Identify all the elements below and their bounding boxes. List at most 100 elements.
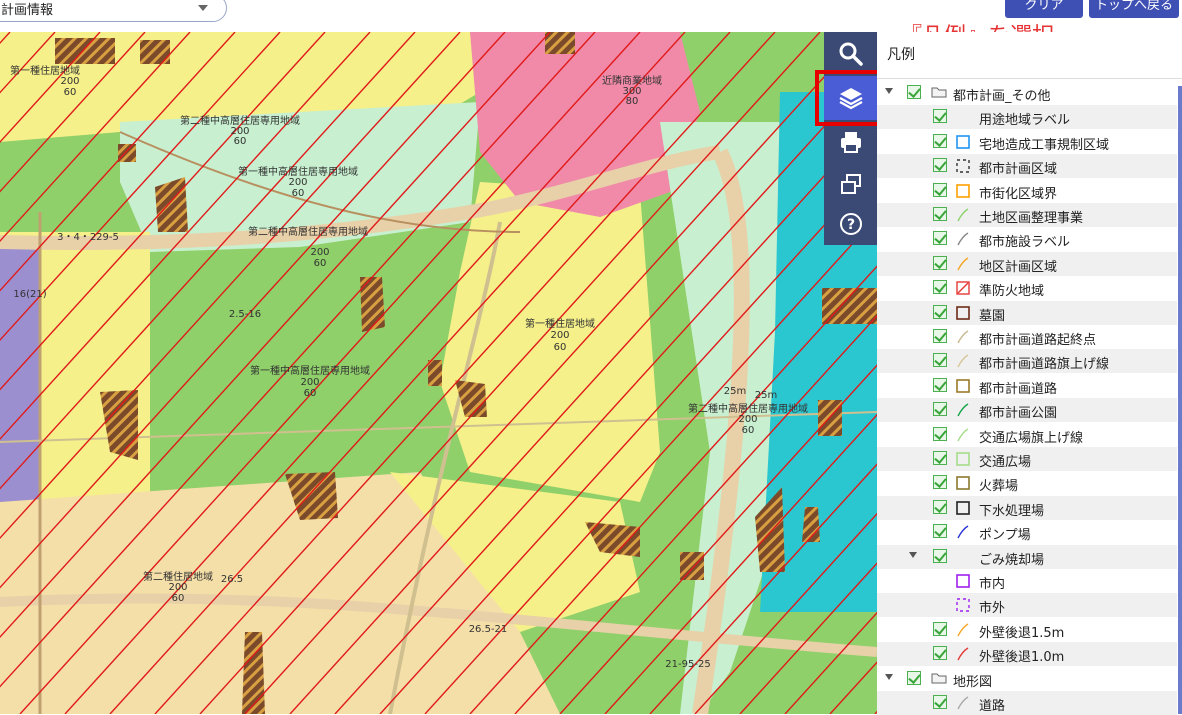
legend-item[interactable]: 都市施設ラベル — [877, 227, 1177, 251]
legend-item[interactable]: 土地区画整理事業 — [877, 203, 1177, 227]
legend-item-label: 地区計画区域 — [979, 259, 1058, 275]
legend-item[interactable]: 都市計画公園 — [877, 398, 1177, 423]
map-view[interactable]: 第一種住居地域 200 60 近隣商業地域 300 80 第二種中高層住居専用地域 200 60… — [0, 32, 877, 714]
legend-item[interactable]: 地区計画区域 — [877, 251, 1177, 276]
legend-item-label: 準防火地域 — [979, 284, 1045, 300]
print-tool-button[interactable] — [824, 120, 877, 164]
help-icon: ? — [839, 213, 862, 235]
legend-item-label: 下水処理場 — [979, 503, 1045, 519]
legend-checkbox[interactable] — [933, 255, 947, 270]
expand-toggle-icon[interactable] — [885, 673, 893, 680]
legend-item[interactable]: 交通広場旗上げ線 — [877, 423, 1177, 447]
red-hatch-square-icon — [956, 281, 970, 295]
legend-item[interactable]: 用途地域ラベル — [877, 105, 1177, 130]
legend-checkbox[interactable] — [933, 158, 947, 173]
map-label: 26.5-21 — [469, 624, 508, 635]
map-label: 25m — [724, 386, 746, 397]
legend-item-label: 都市計画道路 — [979, 381, 1058, 397]
legend-item[interactable]: 地形図 — [877, 667, 1177, 691]
legend-item-label: 用途地域ラベル — [979, 113, 1071, 129]
layer-select[interactable]: 計画情報 — [0, 0, 227, 22]
legend-item[interactable]: 市街化区域界 — [877, 179, 1177, 203]
legend-checkbox[interactable] — [933, 353, 947, 368]
purple-dashed-icon — [956, 598, 970, 613]
map-label: 60 — [64, 87, 77, 98]
legend-item[interactable]: 下水処理場 — [877, 495, 1177, 520]
legend-item-label: 道路 — [979, 699, 1006, 714]
legend-item[interactable]: 火葬場 — [877, 471, 1177, 495]
window-tool-button[interactable] — [824, 162, 877, 206]
legend-panel: 凡例 都市計画_その他用途地域ラベル宅地造成工事規制区域 都市計画区域市街化区域界… — [877, 32, 1182, 715]
legend-item[interactable]: 都市計画道路旗上げ線 — [877, 349, 1177, 374]
legend-panel-title: 凡例 — [887, 47, 915, 63]
gray-line-icon — [957, 232, 969, 246]
legend-checkbox[interactable] — [933, 231, 947, 246]
map-parcel — [118, 144, 136, 162]
dashed-bracket-icon — [956, 159, 970, 173]
legend-item[interactable]: 準防火地域 — [877, 276, 1177, 300]
map-label: 16(21) — [13, 289, 46, 300]
help-tool-button[interactable]: ? — [824, 202, 877, 246]
legend-item-label: 市街化区域界 — [979, 186, 1058, 202]
legend-item[interactable]: 市内 — [877, 569, 1177, 593]
map-label: 60 — [554, 342, 567, 353]
legend-checkbox[interactable] — [933, 329, 947, 343]
legend-checkbox[interactable] — [933, 548, 947, 563]
legend-item[interactable]: 都市計画_その他 — [877, 81, 1177, 105]
legend-item[interactable]: 宅地造成工事規制区域 — [877, 130, 1177, 154]
legend-checkbox[interactable] — [933, 133, 947, 148]
legend-checkbox[interactable] — [933, 377, 947, 392]
clear-button[interactable]: クリア — [1005, 0, 1083, 18]
legend-item[interactable]: ごみ焼却場 — [877, 544, 1177, 569]
legend-item-label: 火葬場 — [979, 479, 1019, 495]
expand-toggle-icon[interactable] — [909, 551, 917, 558]
legend-checkbox[interactable] — [933, 426, 947, 441]
expand-toggle-icon[interactable] — [885, 88, 893, 94]
light-green-line-icon — [957, 208, 969, 222]
legend-checkbox[interactable] — [933, 646, 947, 661]
legend-item[interactable]: 墓園 — [877, 300, 1177, 325]
beige-line-icon — [957, 330, 969, 344]
legend-checkbox[interactable] — [933, 280, 947, 295]
map-label: 第一種住居地域 — [525, 317, 595, 330]
back-to-top-button[interactable]: トップへ戻る — [1089, 0, 1179, 18]
legend-checkbox[interactable] — [907, 670, 921, 685]
map-parcel — [55, 38, 115, 64]
map-label: 60 — [292, 188, 305, 199]
legend-checkbox[interactable] — [933, 695, 947, 709]
legend-item[interactable]: 外壁後退1.5m — [877, 618, 1177, 642]
orange-line-icon — [957, 623, 969, 637]
legend-checkbox[interactable] — [907, 85, 921, 99]
legend-checkbox[interactable] — [933, 402, 947, 417]
legend-checkbox[interactable] — [933, 451, 947, 465]
legend-checkbox[interactable] — [933, 109, 947, 124]
legend-item[interactable]: 交通広場 — [877, 447, 1177, 471]
legend-item-label: 墓園 — [979, 308, 1006, 324]
legend-item[interactable]: 市外 — [877, 593, 1177, 618]
search-icon — [839, 42, 863, 66]
legend-checkbox[interactable] — [933, 182, 947, 197]
legend-checkbox[interactable] — [933, 621, 947, 636]
panel-divider — [877, 78, 1182, 79]
legend-scrollbar[interactable] — [1178, 86, 1182, 714]
legend-checkbox[interactable] — [933, 524, 947, 539]
legend-item[interactable]: 都市計画区域 — [877, 154, 1177, 179]
legend-item[interactable]: ポンプ場 — [877, 520, 1177, 544]
legend-item-label: ごみ焼却場 — [979, 552, 1045, 568]
legend-item[interactable]: 都市計画道路起終点 — [877, 325, 1177, 349]
legend-checkbox[interactable] — [933, 207, 947, 221]
map-parcel — [428, 360, 442, 386]
legend-item[interactable]: 道路 — [877, 691, 1177, 715]
map-parcel — [360, 277, 385, 332]
legend-checkbox[interactable] — [933, 304, 947, 319]
map-label: 2.5-16 — [229, 309, 261, 320]
legend-checkbox[interactable] — [933, 475, 947, 490]
svg-text:?: ? — [846, 217, 854, 233]
legend-item[interactable]: 都市計画道路 — [877, 374, 1177, 398]
legend-item-label: 土地区画整理事業 — [979, 211, 1084, 226]
legend-item-label: 都市計画公園 — [979, 406, 1058, 422]
legend-item[interactable]: 外壁後退1.0m — [877, 642, 1177, 667]
orange-line-icon — [957, 257, 969, 271]
legend-checkbox[interactable] — [933, 499, 947, 514]
legend-item-label: 宅地造成工事規制区域 — [979, 137, 1110, 153]
